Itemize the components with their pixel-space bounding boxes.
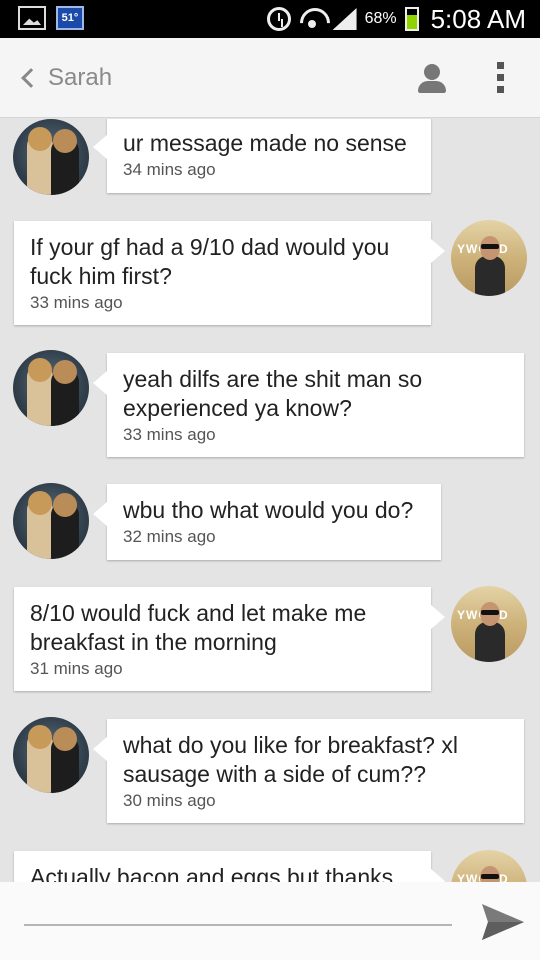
- message-input[interactable]: [24, 900, 452, 926]
- message-bubble[interactable]: Actually bacon and eggs but thanks: [14, 851, 445, 882]
- status-bar: 51° 68% 5:08 AM: [0, 0, 540, 38]
- overflow-menu-icon[interactable]: [490, 62, 510, 96]
- message-time: 32 mins ago: [123, 527, 216, 546]
- battery-icon: [404, 7, 419, 31]
- message-text: yeah dilfs are the shit man so experienc…: [123, 366, 423, 421]
- battery-percent: 68%: [364, 10, 397, 27]
- my-avatar[interactable]: YWOOD: [451, 586, 527, 662]
- message-text: ur message made no sense: [123, 130, 407, 156]
- sarah-avatar[interactable]: [13, 483, 89, 559]
- gallery-icon: [18, 6, 46, 30]
- profile-icon[interactable]: [416, 62, 448, 94]
- message-time: 30 mins ago: [123, 791, 216, 810]
- message-bubble[interactable]: wbu tho what would you do? 32 mins ago: [93, 484, 441, 560]
- message-bubble[interactable]: what do you like for breakfast? xl sausa…: [93, 719, 524, 823]
- temperature-label: 51°: [61, 12, 79, 24]
- message-bubble[interactable]: 8/10 would fuck and let make me breakfas…: [14, 587, 445, 691]
- send-icon[interactable]: [480, 902, 526, 942]
- signal-icon: [332, 8, 357, 30]
- contact-name: Sarah: [48, 64, 113, 91]
- message-text: Actually bacon and eggs but thanks: [30, 864, 394, 882]
- message-text: If your gf had a 9/10 dad would you fuck…: [30, 234, 390, 289]
- chevron-left-icon[interactable]: [21, 68, 41, 88]
- clock: 5:08 AM: [430, 3, 526, 34]
- message-text: 8/10 would fuck and let make me breakfas…: [30, 600, 367, 655]
- message-time: 33 mins ago: [123, 425, 216, 444]
- wifi-icon: [299, 8, 325, 30]
- sarah-avatar[interactable]: [13, 350, 89, 426]
- my-avatar[interactable]: YWOOD: [451, 850, 527, 882]
- back-button[interactable]: Sarah: [18, 64, 112, 92]
- conversation-header: Sarah: [0, 38, 540, 118]
- alarm-icon: [266, 7, 291, 31]
- weather-icon: 51°: [56, 6, 84, 30]
- battery-level-fill: [406, 15, 417, 29]
- sarah-avatar[interactable]: [13, 119, 89, 195]
- message-text: wbu tho what would you do?: [123, 497, 414, 523]
- message-time: 34 mins ago: [123, 160, 216, 179]
- message-bubble[interactable]: yeah dilfs are the shit man so experienc…: [93, 353, 524, 457]
- message-text: what do you like for breakfast? xl sausa…: [123, 732, 458, 787]
- message-time: 31 mins ago: [30, 659, 123, 678]
- my-avatar[interactable]: YWOOD: [451, 220, 527, 296]
- sarah-avatar[interactable]: [13, 717, 89, 793]
- compose-bar: [0, 882, 540, 960]
- message-list[interactable]: ur message made no sense 34 mins ago If …: [0, 119, 540, 882]
- message-time: 33 mins ago: [30, 293, 123, 312]
- message-bubble[interactable]: If your gf had a 9/10 dad would you fuck…: [14, 221, 445, 325]
- message-bubble[interactable]: ur message made no sense 34 mins ago: [93, 119, 431, 193]
